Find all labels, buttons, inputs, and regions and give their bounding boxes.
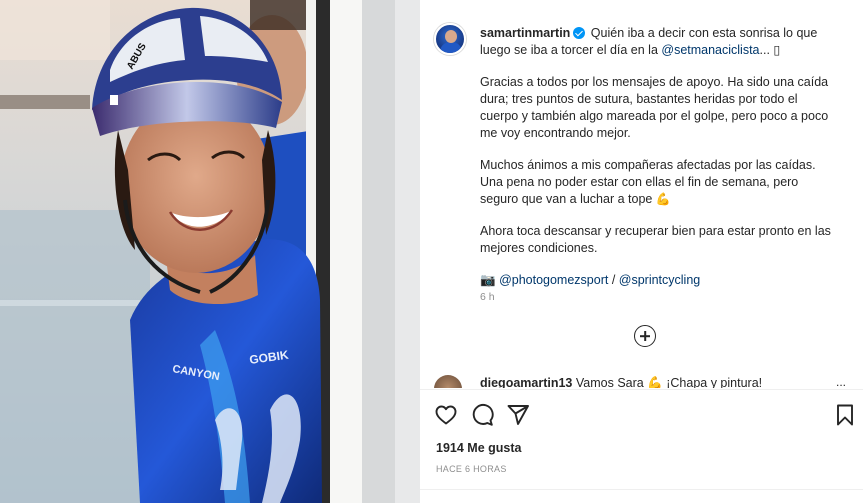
- author-username[interactable]: samartinmartin: [480, 26, 570, 40]
- commenter-avatar[interactable]: [434, 375, 462, 388]
- credits-separator: /: [608, 273, 619, 287]
- load-more-comments-button[interactable]: [634, 325, 656, 347]
- comment-more-options[interactable]: ...: [836, 375, 846, 388]
- comment-icon[interactable]: [470, 403, 494, 427]
- likes-count[interactable]: 1914 Me gusta: [436, 441, 521, 455]
- flexed-arm-emoji: 💪: [655, 192, 671, 206]
- bookmark-icon[interactable]: [833, 403, 857, 427]
- mention-setmanaciclista[interactable]: @setmanaciclista: [661, 43, 759, 57]
- post-body: samartinmartin Quién iba a decir con est…: [420, 0, 863, 388]
- caption-paragraph-3-text: Muchos ánimos a mis compañeras afectadas…: [480, 158, 816, 206]
- comment-text: diegoamartin13 Vamos Sara 💪 ¡Chapa y pin…: [480, 376, 762, 388]
- mention-photogomezsport[interactable]: @photogomezsport: [499, 273, 608, 287]
- cyclist-photo-illustration: ABUS GOBIK CANYON: [0, 0, 420, 503]
- author-avatar[interactable]: [434, 23, 466, 55]
- caption-credits: 📷 @photogomezsport / @sprintcycling: [480, 272, 835, 289]
- caption-timestamp[interactable]: 6 h: [480, 291, 495, 303]
- comment-item: diegoamartin13 Vamos Sara 💪 ¡Chapa y pin…: [434, 375, 854, 388]
- commenter-username[interactable]: diegoamartin13: [480, 376, 572, 388]
- caption-intro-end: ... ▯: [759, 43, 781, 57]
- post-caption: samartinmartin Quién iba a decir con est…: [480, 25, 835, 289]
- caption-paragraph-3: Muchos ánimos a mis compañeras afectadas…: [480, 157, 835, 208]
- post-detail-panel: samartinmartin Quién iba a decir con est…: [420, 0, 863, 503]
- comment-body: Vamos Sara 💪 ¡Chapa y pintura!: [572, 376, 763, 388]
- divider: [420, 489, 863, 490]
- caption-paragraph-2: Gracias a todos por los mensajes de apoy…: [480, 75, 829, 140]
- share-icon[interactable]: [506, 403, 530, 427]
- divider: [420, 389, 863, 390]
- post-photo[interactable]: ABUS GOBIK CANYON: [0, 0, 420, 503]
- camera-emoji: 📷: [480, 273, 496, 287]
- caption-paragraph-4: Ahora toca descansar y recuperar bien pa…: [480, 224, 831, 255]
- action-bar: [420, 398, 863, 430]
- posted-time[interactable]: HACE 6 HORAS: [436, 464, 507, 474]
- verified-badge-icon: [573, 27, 586, 39]
- mention-sprintcycling[interactable]: @sprintcycling: [619, 273, 700, 287]
- heart-icon[interactable]: [434, 403, 458, 427]
